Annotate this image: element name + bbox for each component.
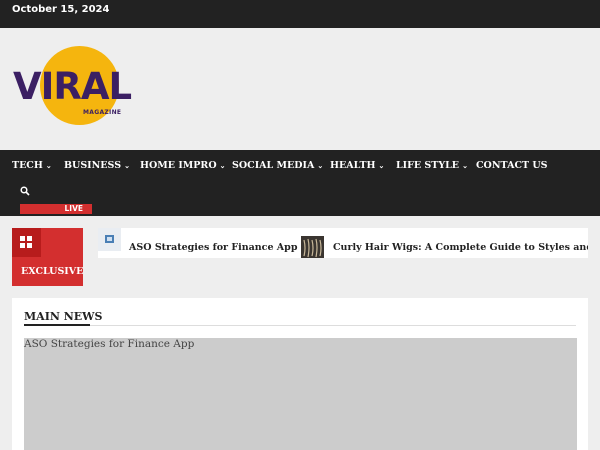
image-icon	[98, 228, 121, 251]
ticker-item[interactable]: ASO Strategies for Finance App	[98, 228, 298, 258]
news-ticker: ASO Strategies for Finance App Curly Hai…	[98, 228, 588, 258]
logo-tagline: MAGAZINE	[83, 109, 122, 116]
section-divider	[24, 325, 576, 326]
ticker-headline[interactable]: ASO Strategies for Finance App	[129, 242, 297, 253]
nav-item-life-style[interactable]: LIFE STYLE ⌄	[396, 160, 468, 172]
chevron-down-icon: ⌄	[317, 161, 324, 170]
grid-icon	[12, 228, 41, 257]
main-navigation: TECH ⌄ BUSINESS ⌄ HOME IMPRO ⌄ SOCIAL MEDIA…	[0, 150, 600, 216]
chevron-down-icon: ⌄	[462, 161, 468, 170]
exclusive-label: EXCLUSIVE	[21, 266, 84, 277]
featured-news-title[interactable]: ASO Strategies for Finance App	[24, 338, 194, 350]
section-heading: MAIN NEWS	[24, 310, 103, 323]
current-date: October 15, 2024	[12, 4, 110, 15]
exclusive-box: EXCLUSIVE	[12, 228, 83, 286]
heading-underline	[24, 324, 90, 326]
featured-news-card[interactable]: ASO Strategies for Finance App	[24, 338, 577, 450]
nav-item-tech[interactable]: TECH ⌄	[12, 160, 52, 172]
chevron-down-icon: ⌄	[378, 161, 385, 170]
top-bar: October 15, 2024	[0, 0, 600, 28]
nav-item-social-media[interactable]: SOCIAL MEDIA ⌄	[232, 160, 323, 172]
main-news-section: MAIN NEWS ASO Strategies for Finance App	[12, 298, 588, 450]
chevron-down-icon: ⌄	[124, 161, 130, 170]
chevron-down-icon: ⌄	[45, 161, 52, 170]
live-badge[interactable]: LIVE	[20, 204, 92, 214]
nav-item-contact-us[interactable]: CONTACT US	[476, 160, 548, 172]
search-icon[interactable]	[20, 186, 30, 196]
nav-item-health[interactable]: HEALTH ⌄	[330, 160, 384, 172]
chevron-down-icon: ⌄	[219, 161, 226, 170]
ticker-headline[interactable]: Curly Hair Wigs: A Complete Guide to Sty…	[333, 242, 588, 253]
nav-item-business[interactable]: BUSINESS ⌄	[64, 160, 130, 172]
ticker-item[interactable]: Curly Hair Wigs: A Complete Guide to Sty…	[301, 228, 588, 258]
nav-item-home-impro[interactable]: HOME IMPRO ⌄	[140, 160, 225, 172]
logo-wordmark: VIRAL	[13, 65, 132, 108]
site-logo[interactable]: VIRAL MAGAZINE	[13, 46, 132, 126]
photo-thumbnail	[301, 236, 324, 258]
